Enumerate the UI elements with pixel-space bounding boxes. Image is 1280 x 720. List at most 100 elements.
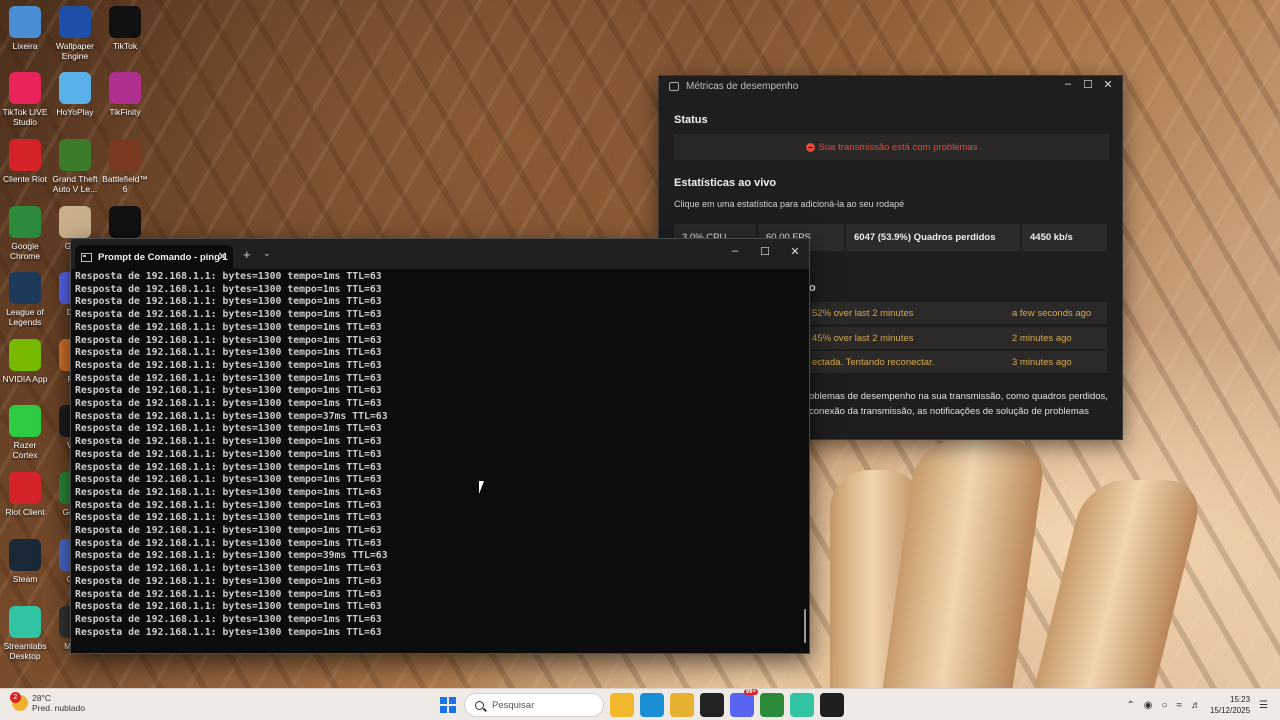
terminal-tabbar[interactable]: Prompt de Comando - ping 1 ✕ + ⌄ – ☐ ✕ [71, 239, 809, 269]
desktop-icon-label: Streamlabs Desktop [3, 641, 47, 661]
notification-time: 3 minutes ago [1012, 356, 1072, 368]
notification-time: a few seconds ago [1012, 307, 1092, 319]
desktop-icon-label: League of Legends [6, 307, 44, 327]
close-icon[interactable]: ✕ [787, 245, 803, 258]
desktop-icon[interactable]: Wallpaper Engine [50, 6, 100, 61]
nvidia-icon [9, 339, 41, 371]
terminal-line: Resposta de 192.168.1.1: bytes=1300 temp… [75, 359, 382, 371]
start-button[interactable] [438, 695, 458, 715]
desktop-icon[interactable]: TikTok LIVE Studio [0, 72, 50, 127]
desktop-icon[interactable]: Google Chrome [0, 206, 50, 261]
terminal-line: Resposta de 192.168.1.1: bytes=1300 temp… [75, 626, 382, 638]
hoyoplay-icon [59, 72, 91, 104]
terminal-icon [81, 252, 92, 262]
volume-icon[interactable]: ♬ [1191, 700, 1201, 711]
notification-row[interactable]: 52% over last 2 minutes a few seconds ag… [809, 302, 1107, 324]
terminal-line: Resposta de 192.168.1.1: bytes=1300 temp… [75, 398, 382, 410]
search-box[interactable]: Pesquisar [464, 693, 604, 717]
chevron-up-icon[interactable]: ⌃ [1126, 700, 1134, 711]
desktop-icon[interactable] [100, 206, 150, 241]
terminal-icon[interactable] [820, 693, 844, 717]
error-icon [805, 142, 815, 152]
desktop-icon[interactable]: TikTok [100, 6, 150, 51]
terminal-line: Resposta de 192.168.1.1: bytes=1300 temp… [75, 550, 388, 562]
desktop-icon[interactable]: HoYoPlay [50, 72, 100, 117]
desktop-icon[interactable]: Cliente Riot [0, 139, 50, 184]
desktop-icon-label: TikTok LIVE Studio [2, 107, 48, 127]
chevron-down-icon[interactable]: ⌄ [263, 248, 271, 259]
weather-widget[interactable]: 2 28°C Pred. nublado [10, 692, 85, 713]
desktop-icon[interactable]: League of Legends [0, 272, 50, 327]
network-icon[interactable]: ◉ [1144, 700, 1153, 711]
close-icon[interactable]: ✕ [1100, 78, 1116, 91]
desktop-icon-label: Google Chrome [9, 241, 41, 261]
chrome-icon [9, 206, 41, 238]
file-explorer-icon[interactable] [610, 693, 634, 717]
folder-icon[interactable] [670, 693, 694, 717]
terminal-line: Resposta de 192.168.1.1: bytes=1300 temp… [75, 372, 382, 384]
desktop-icon-label: NVIDIA App [2, 374, 48, 384]
stream-alert: Sua transmissão está com problemas [674, 134, 1109, 160]
weather-temp: 28°C [32, 693, 51, 703]
microphone-icon[interactable]: ○ [1161, 700, 1167, 711]
notifications-icon[interactable]: ☰ [1259, 700, 1268, 711]
capcut-icon [109, 206, 141, 238]
desktop-icon[interactable]: Battlefield™ 6 [100, 139, 150, 194]
terminal-line: Resposta de 192.168.1.1: bytes=1300 temp… [75, 474, 382, 486]
steam-icon [9, 539, 41, 571]
stat-bandwidth[interactable]: 4450 kb/s [1022, 224, 1107, 251]
desktop-icon[interactable]: Razer Cortex [0, 405, 50, 460]
terminal-line: Resposta de 192.168.1.1: bytes=1300 temp… [75, 613, 382, 625]
recycle-bin-icon [9, 6, 41, 38]
desktop-icon[interactable]: Grand Theft Auto V Le... [50, 139, 100, 194]
riot-client-icon [9, 139, 41, 171]
minimize-icon[interactable]: – [727, 245, 743, 258]
riot-client-icon [9, 472, 41, 504]
edge-icon[interactable] [640, 693, 664, 717]
chrome-icon[interactable] [760, 693, 784, 717]
metrics-titlebar[interactable]: Métricas de desempenho [659, 76, 1122, 96]
streamlabs-icon[interactable] [790, 693, 814, 717]
sticky-notes-icon[interactable] [700, 693, 724, 717]
desktop-icon[interactable]: TikFinity [100, 72, 150, 117]
tiktok-icon [109, 6, 141, 38]
search-placeholder: Pesquisar [492, 699, 535, 711]
notification-row[interactable]: 45% over last 2 minutes 2 minutes ago [809, 327, 1107, 349]
tikfinity-icon [109, 72, 141, 104]
tiktok-live-icon [9, 72, 41, 104]
new-tab-icon[interactable]: + [243, 247, 251, 262]
terminal-line: Resposta de 192.168.1.1: bytes=1300 temp… [75, 575, 382, 587]
desktop-icon[interactable]: Steam [0, 539, 50, 584]
terminal-line: Resposta de 192.168.1.1: bytes=1300 temp… [75, 486, 382, 498]
terminal-line: Resposta de 192.168.1.1: bytes=1300 temp… [75, 499, 382, 511]
terminal-output[interactable]: Resposta de 192.168.1.1: bytes=1300 temp… [75, 271, 799, 639]
desktop-icon-label: Cliente Riot [3, 174, 47, 184]
terminal-line: Resposta de 192.168.1.1: bytes=1300 temp… [75, 271, 382, 282]
desktop-icon[interactable]: Lixeira [0, 6, 50, 51]
clock[interactable]: 15:23 15/12/2025 [1210, 694, 1250, 716]
weather-desc: Pred. nublado [32, 703, 85, 713]
discord-icon[interactable]: 99+ [730, 689, 758, 717]
wallpaper-column [1033, 480, 1207, 690]
scrollbar[interactable] [804, 609, 806, 643]
clock-date: 15/12/2025 [1209, 706, 1251, 715]
gta-icon [59, 139, 91, 171]
close-tab-icon[interactable]: ✕ [218, 250, 227, 263]
wifi-icon[interactable]: ≈ [1176, 700, 1182, 711]
terminal-line: Resposta de 192.168.1.1: bytes=1300 temp… [75, 537, 382, 549]
app-icon [669, 81, 679, 91]
tab-command-prompt[interactable]: Prompt de Comando - ping 1 ✕ [75, 245, 233, 269]
desktop-icon-label: HoYoPlay [56, 107, 94, 117]
stat-dropped-frames[interactable]: 6047 (53.9%) Quadros perdidos [846, 224, 1020, 251]
desktop-icon-label: Riot Client [5, 507, 45, 517]
system-tray: ⌃ ◉ ○ ≈ ♬ 15:23 15/12/2025 ☰ [1126, 689, 1268, 720]
command-prompt-window[interactable]: Prompt de Comando - ping 1 ✕ + ⌄ – ☐ ✕ R… [70, 238, 810, 654]
maximize-icon[interactable]: ☐ [1080, 78, 1096, 91]
desktop-icon[interactable]: Streamlabs Desktop [0, 606, 50, 661]
desktop-icon[interactable]: Riot Client [0, 472, 50, 517]
maximize-icon[interactable]: ☐ [757, 245, 773, 258]
notification-message: 45% over last 2 minutes [812, 332, 914, 344]
minimize-icon[interactable]: – [1060, 78, 1076, 91]
desktop-icon[interactable]: NVIDIA App [0, 339, 50, 384]
notification-row[interactable]: ectada. Tentando reconectar. 3 minutes a… [809, 351, 1107, 373]
